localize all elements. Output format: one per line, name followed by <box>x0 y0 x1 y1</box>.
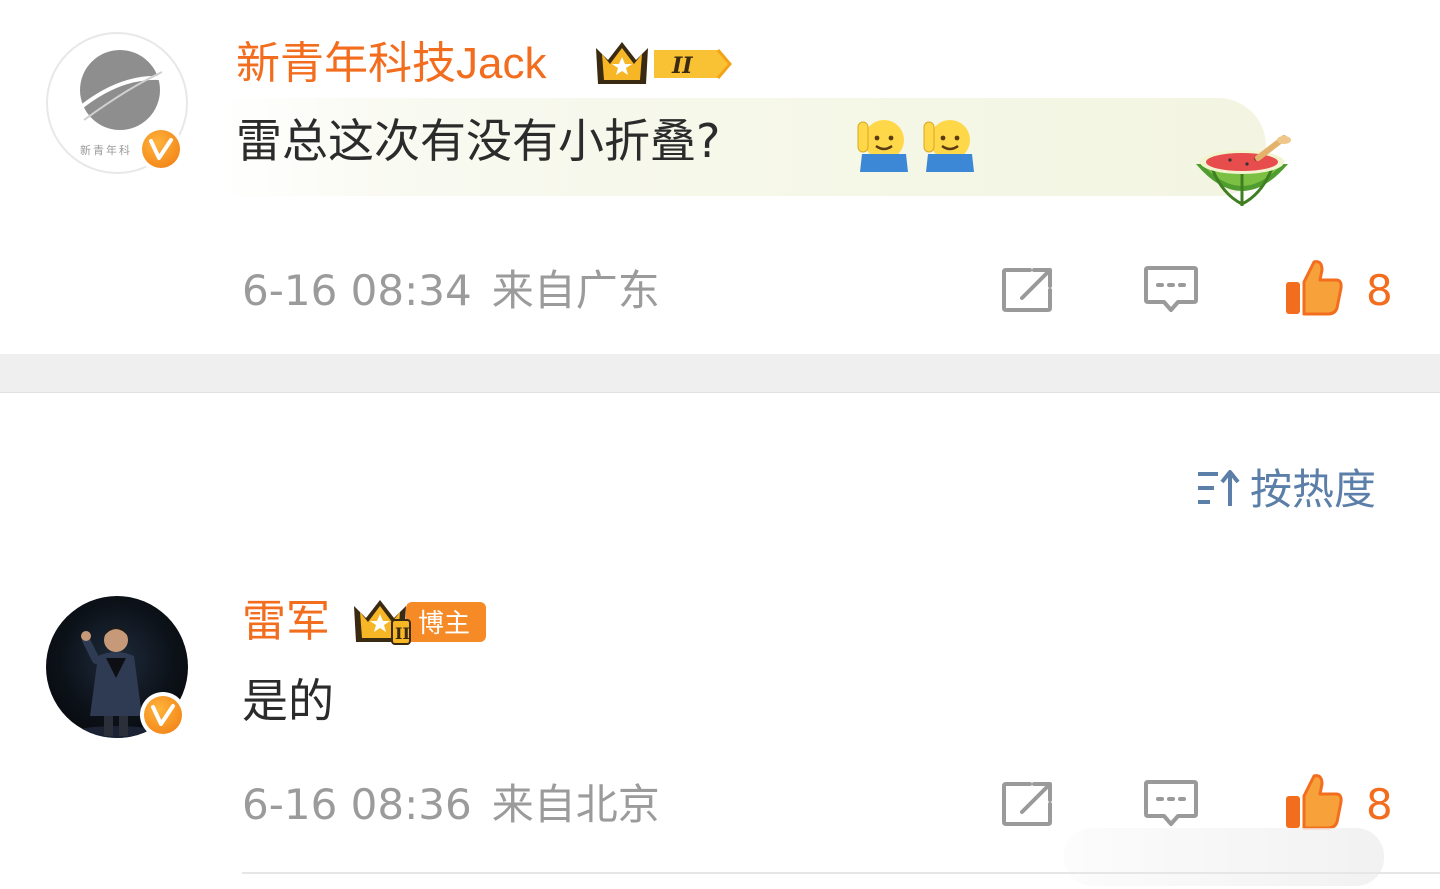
comment-username[interactable]: 新青年科技Jack <box>236 42 546 86</box>
comment-text: 雷总这次有没有小折叠? <box>236 114 721 168</box>
section-divider <box>0 354 1440 393</box>
comment-location: 来自北京 <box>491 780 660 829</box>
comment-bubble-icon[interactable] <box>1142 264 1200 318</box>
comment-meta: 6-16 08:34 来自广东 <box>242 270 660 312</box>
comment-username[interactable]: 雷军 <box>242 600 330 644</box>
comment-text: 是的 <box>242 674 334 728</box>
crown-blogger-badge-icon: II 博主 <box>354 600 486 645</box>
like-thumb-icon[interactable] <box>1284 258 1344 318</box>
weibo-comment-thread: 新青年科 新青年科技Jack II 雷总这次有没有小折叠? 6-16 08:34… <box>0 0 1440 889</box>
comment-meta: 6-16 08:36 来自北京 <box>242 784 660 826</box>
sort-icon <box>1198 470 1240 506</box>
raising-hand-emoji-icon <box>923 120 974 172</box>
like-count: 8 <box>1366 266 1393 315</box>
verified-badge-icon <box>138 126 184 172</box>
raising-hand-emoji-icon <box>857 120 908 172</box>
verified-badge-icon <box>140 692 186 738</box>
comment-time: 6-16 08:36 <box>242 780 472 829</box>
level-badge-text: II <box>671 53 693 79</box>
level-badge-text: II <box>395 624 410 643</box>
watermark-overlay <box>1064 828 1384 886</box>
comment-time: 6-16 08:34 <box>242 266 472 315</box>
share-icon[interactable] <box>1000 780 1056 828</box>
sort-by-heat-button[interactable]: 按热度 <box>1196 468 1376 511</box>
bottom-divider <box>242 872 1440 874</box>
sort-label: 按热度 <box>1250 465 1377 514</box>
watermelon-sticker-icon <box>1196 135 1291 206</box>
planet-logo-icon <box>78 50 162 130</box>
role-badge-text: 博主 <box>418 609 470 639</box>
like-thumb-icon[interactable] <box>1284 772 1344 832</box>
comment-bubble-icon[interactable] <box>1142 778 1200 832</box>
crown-level-badge-icon: II <box>596 42 732 84</box>
comment-location: 来自广东 <box>491 266 660 315</box>
avatar-logo-text: 新青年科 <box>80 144 132 157</box>
like-count: 8 <box>1366 780 1393 829</box>
share-icon[interactable] <box>1000 266 1056 314</box>
